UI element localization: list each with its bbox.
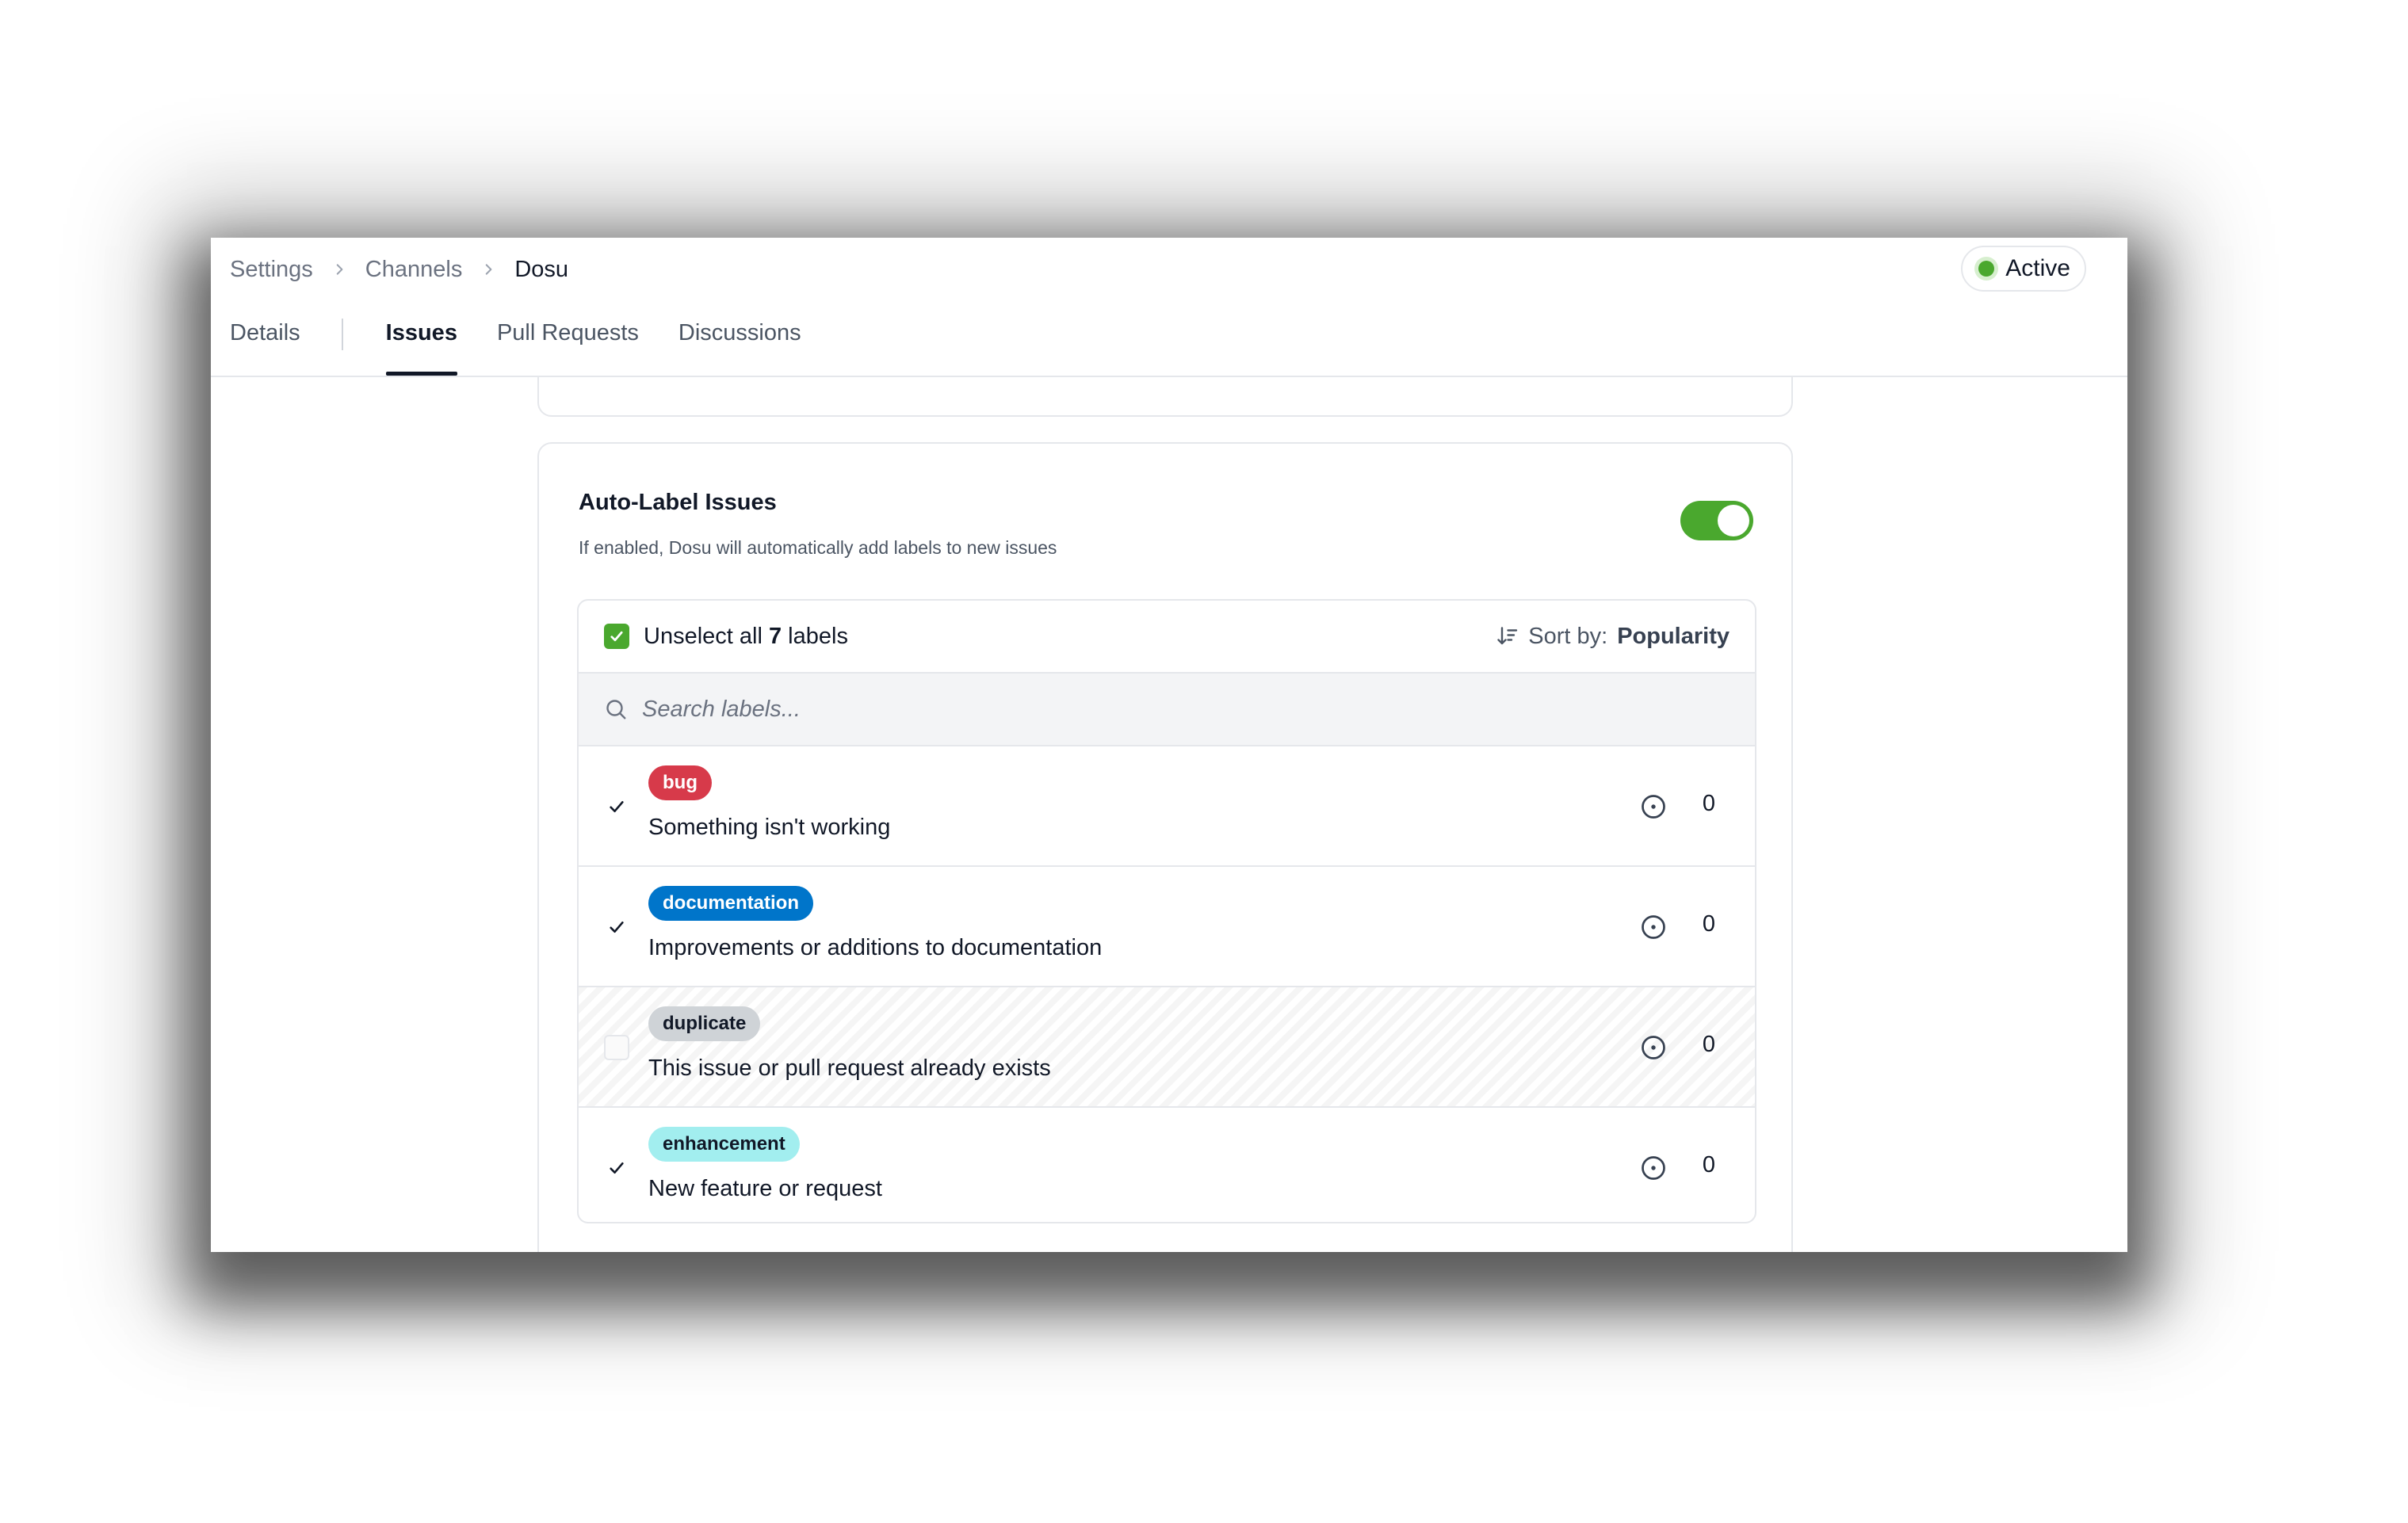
select-all-count: 7 <box>768 623 782 649</box>
label-row-duplicate[interactable]: duplicate This issue or pull request alre… <box>579 987 1755 1108</box>
label-checkbox[interactable] <box>604 794 629 819</box>
label-tag: bug <box>648 765 712 800</box>
label-tag: enhancement <box>648 1127 800 1162</box>
select-all-prefix: Unselect all <box>644 623 763 649</box>
tab-bar: Details Issues Pull Requests Discussions <box>230 319 801 377</box>
select-all-label[interactable]: Unselect all 7 labels <box>644 624 848 650</box>
tab-divider <box>341 319 343 350</box>
issue-count: 0 <box>1702 791 1715 816</box>
check-icon <box>610 631 623 642</box>
page-header: Settings Channels Dosu Active Details Is… <box>211 238 2127 377</box>
label-search <box>579 674 1755 746</box>
label-row-bug[interactable]: bug Something isn't working 0 <box>579 746 1755 867</box>
label-tag: duplicate <box>648 1006 761 1041</box>
breadcrumb-settings[interactable]: Settings <box>230 257 313 283</box>
issue-opened-icon <box>1639 1154 1668 1182</box>
sort-value: Popularity <box>1617 623 1730 649</box>
tab-issues[interactable]: Issues <box>385 319 458 376</box>
labels-list: Unselect all 7 labels Sort by: Popularit… <box>577 599 1756 1223</box>
label-row-enhancement[interactable]: enhancement New feature or request 0 <box>579 1108 1755 1222</box>
issue-count: 0 <box>1702 911 1715 937</box>
sort-icon <box>1497 627 1518 645</box>
status-badge[interactable]: Active <box>1961 246 2086 292</box>
breadcrumb-channels[interactable]: Channels <box>365 257 463 283</box>
select-all-checkbox[interactable] <box>604 624 629 649</box>
issue-count: 0 <box>1702 1032 1715 1057</box>
chevron-right-icon <box>462 262 514 277</box>
select-all-suffix: labels <box>788 623 848 649</box>
previous-settings-card <box>537 377 1793 417</box>
settings-content[interactable]: Auto-Label Issues If enabled, Dosu will … <box>211 377 2127 1252</box>
search-icon <box>606 700 626 720</box>
breadcrumb: Settings Channels Dosu <box>230 254 568 285</box>
label-row-documentation[interactable]: documentation Improvements or additions t… <box>579 867 1755 987</box>
label-description: Improvements or additions to documentati… <box>648 935 1103 960</box>
label-checkbox[interactable] <box>604 1035 629 1060</box>
card-description: If enabled, Dosu will automatically add … <box>579 537 1057 558</box>
card-title: Auto-Label Issues <box>579 490 777 515</box>
status-label: Active <box>2005 255 2070 281</box>
issue-opened-icon <box>1639 1033 1668 1062</box>
label-description: New feature or request <box>648 1176 882 1201</box>
labels-list-header: Unselect all 7 labels Sort by: Popularit… <box>579 601 1755 674</box>
auto-label-card: Auto-Label Issues If enabled, Dosu will … <box>537 442 1793 1252</box>
label-checkbox[interactable] <box>604 1155 629 1181</box>
tab-details[interactable]: Details <box>230 319 300 376</box>
label-rows: bug Something isn't working 0 documentation… <box>579 746 1755 1222</box>
label-description: Something isn't working <box>648 815 891 840</box>
auto-label-toggle[interactable] <box>1680 501 1753 540</box>
issue-count: 0 <box>1702 1152 1715 1178</box>
issue-opened-icon <box>1639 913 1668 941</box>
sort-label: Sort by: <box>1528 623 1608 649</box>
issue-opened-icon <box>1639 792 1668 821</box>
search-input[interactable] <box>642 696 1593 723</box>
tab-discussions[interactable]: Discussions <box>678 319 801 376</box>
app-window: Settings Channels Dosu Active Details Is… <box>211 238 2127 1252</box>
label-checkbox[interactable] <box>604 914 629 940</box>
tab-pull-requests[interactable]: Pull Requests <box>497 319 639 376</box>
label-tag: documentation <box>648 886 813 921</box>
status-dot-icon <box>1978 261 1995 277</box>
toggle-knob <box>1718 505 1749 536</box>
sort-button[interactable]: Sort by: Popularity <box>1495 624 1730 650</box>
chevron-right-icon <box>313 262 365 277</box>
label-description: This issue or pull request already exist… <box>648 1055 1051 1081</box>
breadcrumb-dosu: Dosu <box>514 256 569 282</box>
